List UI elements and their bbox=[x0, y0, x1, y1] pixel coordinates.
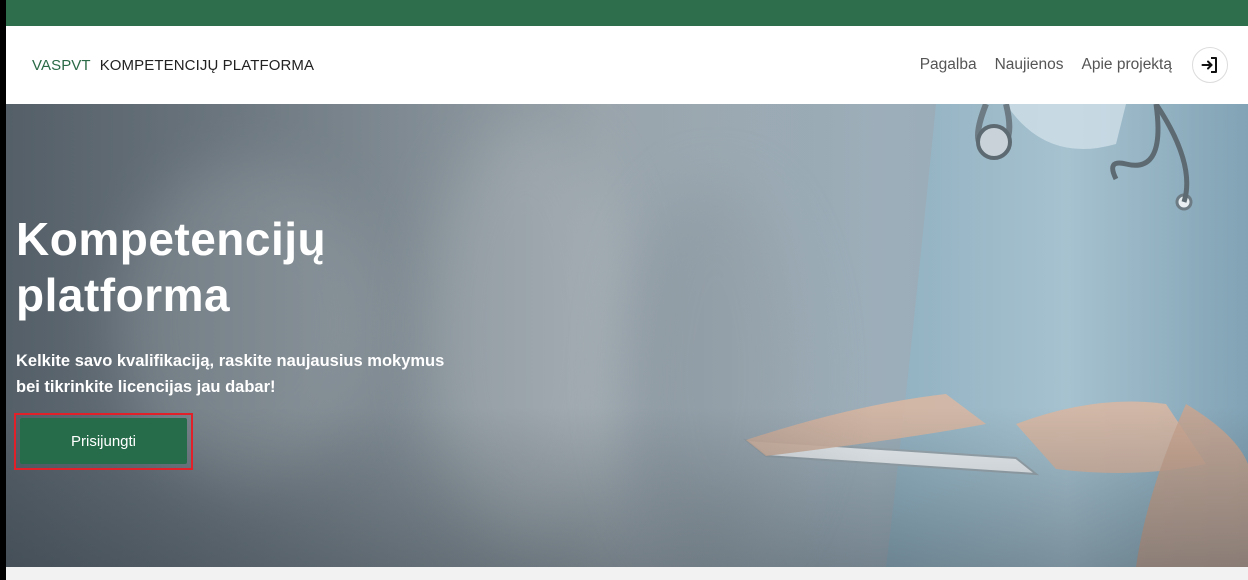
page: VASPVT KOMPETENCIJŲ PLATFORMA Pagalba Na… bbox=[6, 0, 1248, 580]
site-header: VASPVT KOMPETENCIJŲ PLATFORMA Pagalba Na… bbox=[6, 26, 1248, 104]
nav-link-pagalba[interactable]: Pagalba bbox=[920, 56, 977, 74]
login-arrow-icon[interactable] bbox=[1192, 47, 1228, 83]
hero-subtitle: Kelkite savo kvalifikaciją, raskite nauj… bbox=[16, 348, 516, 400]
brand-logo[interactable]: VASPVT KOMPETENCIJŲ PLATFORMA bbox=[32, 57, 314, 74]
hero-title: Kompetencijų platforma bbox=[16, 211, 616, 323]
nav-link-apie-projekta[interactable]: Apie projektą bbox=[1082, 56, 1172, 74]
top-color-bar bbox=[6, 0, 1248, 26]
hero-subtitle-line1: Kelkite savo kvalifikaciją, raskite nauj… bbox=[16, 352, 445, 370]
content-strip bbox=[6, 567, 1248, 580]
hero-title-line1: Kompetencijų bbox=[16, 213, 327, 265]
hero-subtitle-line2: bei tikrinkite licencijas jau dabar! bbox=[16, 378, 276, 396]
main-nav: Pagalba Naujienos Apie projektą bbox=[902, 47, 1228, 83]
login-button[interactable]: Prisijungti bbox=[20, 418, 187, 464]
brand-short: VASPVT bbox=[32, 56, 91, 74]
hero-title-line2: platforma bbox=[16, 269, 231, 321]
nav-link-naujienos[interactable]: Naujienos bbox=[995, 56, 1064, 74]
hero-banner: Kompetencijų platforma Kelkite savo kval… bbox=[6, 104, 1248, 567]
brand-long: KOMPETENCIJŲ PLATFORMA bbox=[99, 56, 315, 74]
